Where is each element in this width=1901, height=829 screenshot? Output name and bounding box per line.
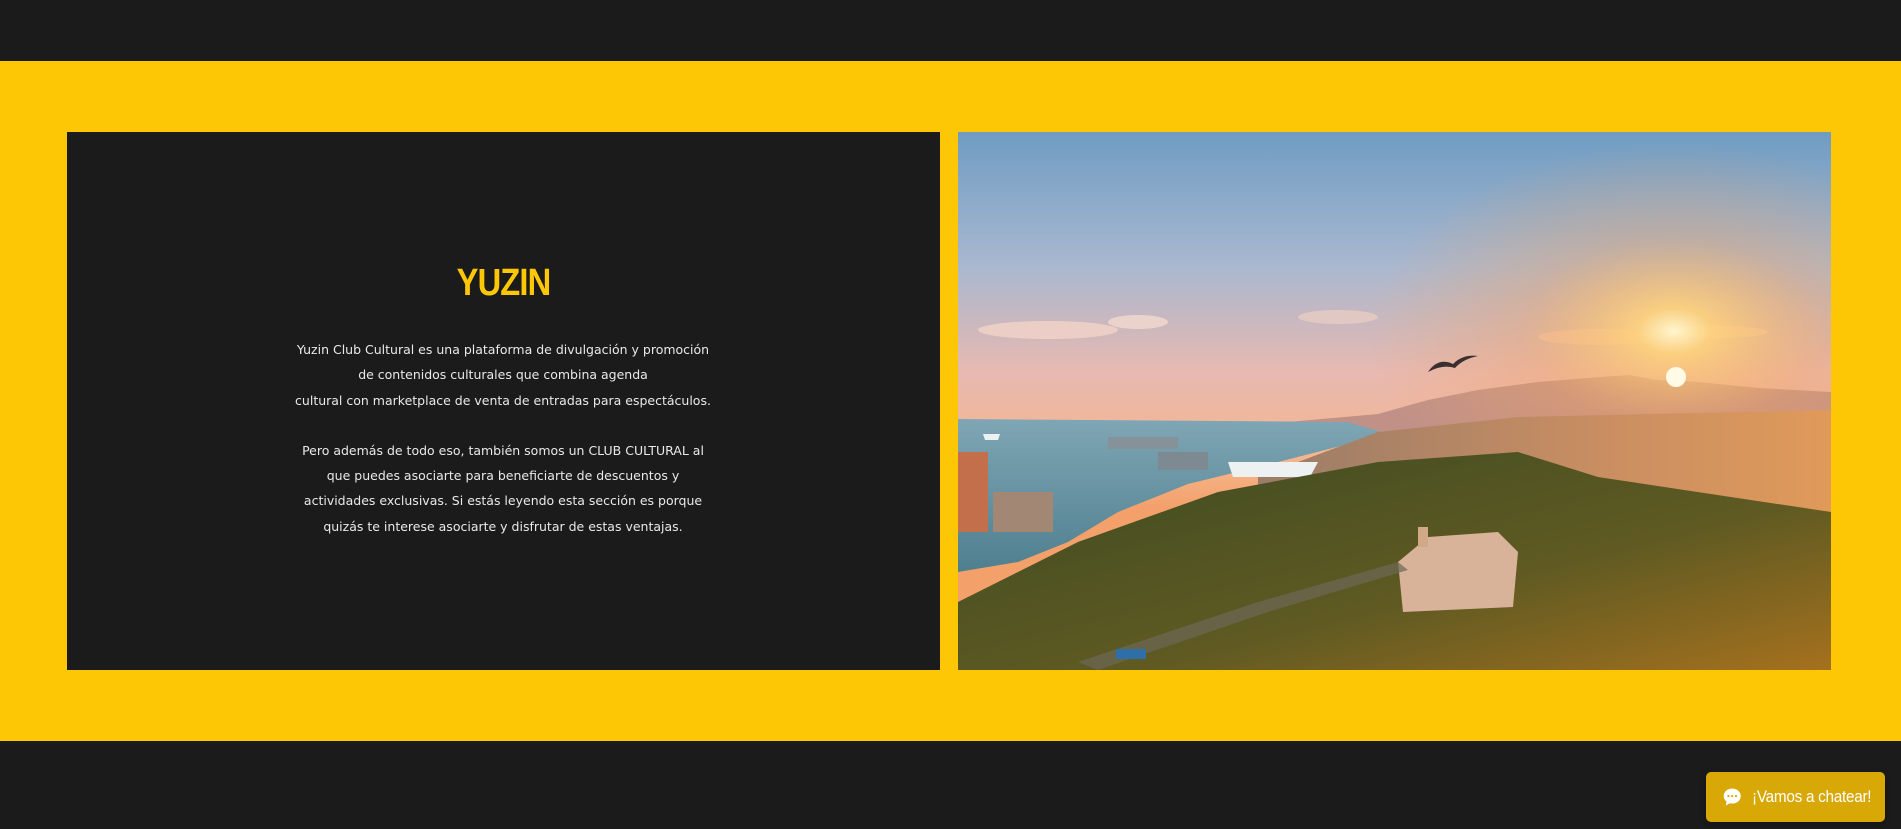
- description-line: actividades exclusivas. Si estás leyendo…: [303, 493, 703, 509]
- chat-button[interactable]: ¡Vamos a chatear!: [1706, 772, 1885, 822]
- description-line: Pero además de todo eso, también somos u…: [302, 442, 704, 458]
- section-title: YUZIN: [456, 262, 552, 304]
- about-text-panel: YUZIN Yuzin Club Cultural es una platafo…: [67, 132, 940, 670]
- chat-bubble-icon: [1723, 788, 1741, 806]
- chat-button-label: ¡Vamos a chatear!: [1752, 787, 1872, 806]
- description-line: Yuzin Club Cultural es una plataforma de…: [296, 342, 710, 357]
- footer-band: [0, 741, 1901, 829]
- description-line: cultural con marketplace de venta de ent…: [295, 392, 711, 408]
- city-sunset-photo: [958, 132, 1831, 670]
- description-line: de contenidos culturales que combina age…: [358, 367, 648, 383]
- description-line: quizás te interese asociarte y disfrutar…: [323, 518, 683, 534]
- description-line: que puedes asociarte para beneficiarte d…: [326, 468, 680, 484]
- section-description: Yuzin Club Cultural es una plataforma de…: [293, 337, 713, 539]
- header-band: [0, 0, 1901, 61]
